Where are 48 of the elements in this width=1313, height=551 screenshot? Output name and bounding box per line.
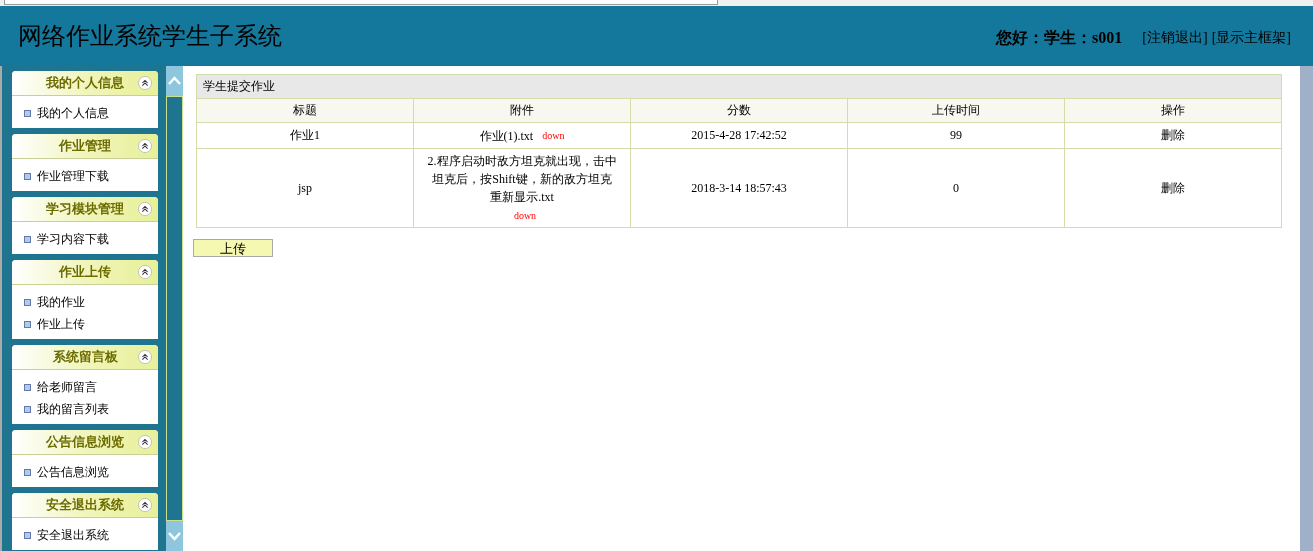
attachment-name: 2.程序启动时敌方坦克就出现，击中坦克后，按Shift键，新的敌方坦克重新显示.txt bbox=[427, 153, 617, 207]
table-caption: 学生提交作业 bbox=[196, 74, 1282, 99]
greeting-text: 您好：学生：s001 bbox=[996, 27, 1123, 48]
menu-section-header[interactable]: 学习模块管理 bbox=[12, 197, 158, 222]
menu-section-header[interactable]: 我的个人信息 bbox=[12, 71, 158, 96]
menu-section-header[interactable]: 作业管理 bbox=[12, 134, 158, 159]
menu-link[interactable]: 学习内容下载 bbox=[37, 230, 109, 248]
bullet-icon bbox=[24, 531, 31, 539]
menu-link[interactable]: 我的留言列表 bbox=[37, 400, 109, 418]
bullet-icon bbox=[24, 109, 31, 117]
table-cell: 2018-3-14 18:57:43 bbox=[630, 148, 848, 228]
delete-link[interactable]: 删除 bbox=[1161, 180, 1185, 195]
menu-section-header[interactable]: 作业上传 bbox=[12, 260, 158, 285]
bullet-icon bbox=[24, 405, 31, 413]
table-cell: 2015-4-28 17:42:52 bbox=[630, 122, 848, 149]
menu-link[interactable]: 我的个人信息 bbox=[37, 104, 109, 122]
bullet-icon bbox=[24, 298, 31, 306]
header-link[interactable]: [显示主框架] bbox=[1211, 29, 1291, 47]
system-title: 网络作业系统学生子系统 bbox=[18, 22, 282, 51]
bullet-icon bbox=[24, 383, 31, 391]
bullet-icon bbox=[24, 320, 31, 328]
menu-link[interactable]: 我的作业 bbox=[37, 293, 85, 311]
menu-section-header[interactable]: 安全退出系统 bbox=[12, 493, 158, 518]
bullet-icon bbox=[24, 235, 31, 243]
table-cell: 作业1 bbox=[196, 122, 414, 149]
bullet-icon bbox=[24, 172, 31, 180]
column-header: 附件 bbox=[413, 98, 631, 123]
upload-button[interactable]: 上传 bbox=[193, 239, 273, 258]
column-header: 操作 bbox=[1064, 98, 1282, 123]
column-header: 分数 bbox=[630, 98, 848, 123]
table-cell: jsp bbox=[196, 148, 414, 228]
menu-link[interactable]: 公告信息浏览 bbox=[37, 463, 109, 481]
header-link[interactable]: [注销退出] bbox=[1142, 29, 1208, 47]
menu-section-header[interactable]: 系统留言板 bbox=[12, 345, 158, 370]
download-link[interactable]: down bbox=[542, 130, 565, 141]
delete-link[interactable]: 删除 bbox=[1161, 128, 1185, 143]
table-cell: 99 bbox=[847, 122, 1065, 149]
column-header: 上传时间 bbox=[847, 98, 1065, 123]
menu-section-header[interactable]: 公告信息浏览 bbox=[12, 430, 158, 455]
attachment-name: 作业(1).txt bbox=[479, 128, 534, 146]
download-link[interactable]: down bbox=[513, 210, 537, 222]
table-cell: 0 bbox=[847, 148, 1065, 228]
bullet-icon bbox=[24, 468, 31, 476]
column-header: 标题 bbox=[196, 98, 414, 123]
menu-link[interactable]: 安全退出系统 bbox=[37, 526, 109, 544]
menu-link[interactable]: 作业上传 bbox=[37, 315, 85, 333]
menu-link[interactable]: 作业管理下载 bbox=[37, 167, 109, 185]
menu-link[interactable]: 给老师留言 bbox=[37, 378, 97, 396]
